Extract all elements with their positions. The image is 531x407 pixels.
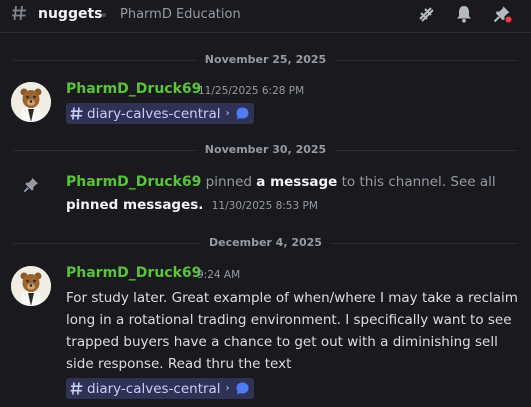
avatar[interactable] (11, 82, 51, 122)
message-line: For study later. Great example of when/w… (66, 290, 518, 306)
channel-header: nuggets PharmD Education (0, 0, 531, 33)
bell-icon[interactable] (454, 4, 474, 24)
message-content: For study later. Great example of when/w… (66, 287, 524, 375)
chat-bubble-icon (236, 107, 249, 120)
chevron-right-icon: › (225, 108, 230, 119)
divider-date: December 4, 2025 (199, 236, 332, 249)
chat-bubble-icon (236, 382, 249, 395)
pinned-message-link[interactable]: a message (256, 174, 337, 190)
message-line: long in a rotational trading environment… (66, 312, 512, 328)
channel-link-label: diary-calves-central (87, 380, 221, 397)
chevron-right-icon: › (225, 383, 230, 394)
pinned-messages-link[interactable]: pinned messages (66, 197, 198, 213)
system-message-line: pinned messages. 11/30/2025 8:53 PM (66, 197, 318, 213)
divider-date: November 25, 2025 (194, 53, 337, 66)
message-timestamp: 9:24 AM (197, 269, 241, 281)
hash-icon (12, 5, 26, 21)
threads-icon[interactable] (416, 4, 436, 24)
hash-icon (70, 107, 83, 120)
message-timestamp: 11/30/2025 8:53 PM (211, 200, 318, 212)
date-divider: November 25, 2025 (0, 53, 531, 67)
message-author[interactable]: PharmD_Druck69 (66, 265, 201, 281)
separator-dot (102, 13, 106, 17)
hash-icon (70, 382, 83, 395)
message-author[interactable]: PharmD_Druck69 (66, 174, 201, 190)
period-text: . (198, 197, 204, 213)
channel-link-chip[interactable]: diary-calves-central › (66, 378, 254, 399)
channel-link-chip[interactable]: diary-calves-central › (66, 103, 254, 124)
channel-name: nuggets (38, 6, 103, 22)
pinned-text: pinned (201, 174, 257, 190)
pin-icon (23, 178, 38, 193)
avatar[interactable] (11, 266, 51, 306)
message-timestamp: 11/25/2025 6:28 PM (198, 85, 305, 97)
system-message-line: PharmD_Druck69 pinned a message to this … (66, 174, 496, 190)
message-line: trapped buyers have a chance to get out … (66, 334, 498, 350)
channel-topic[interactable]: PharmD Education (120, 7, 241, 22)
message-line: side response. Read thru the text (66, 356, 292, 372)
bear-avatar-icon (11, 266, 51, 306)
date-divider: December 4, 2025 (0, 236, 531, 250)
bear-avatar-icon (11, 82, 51, 122)
system-text: to this channel. See all (337, 174, 496, 190)
date-divider: November 30, 2025 (0, 143, 531, 157)
pin-icon[interactable] (492, 4, 512, 24)
divider-date: November 30, 2025 (194, 143, 337, 156)
message-author[interactable]: PharmD_Druck69 (66, 81, 201, 97)
channel-link-label: diary-calves-central (87, 105, 221, 122)
